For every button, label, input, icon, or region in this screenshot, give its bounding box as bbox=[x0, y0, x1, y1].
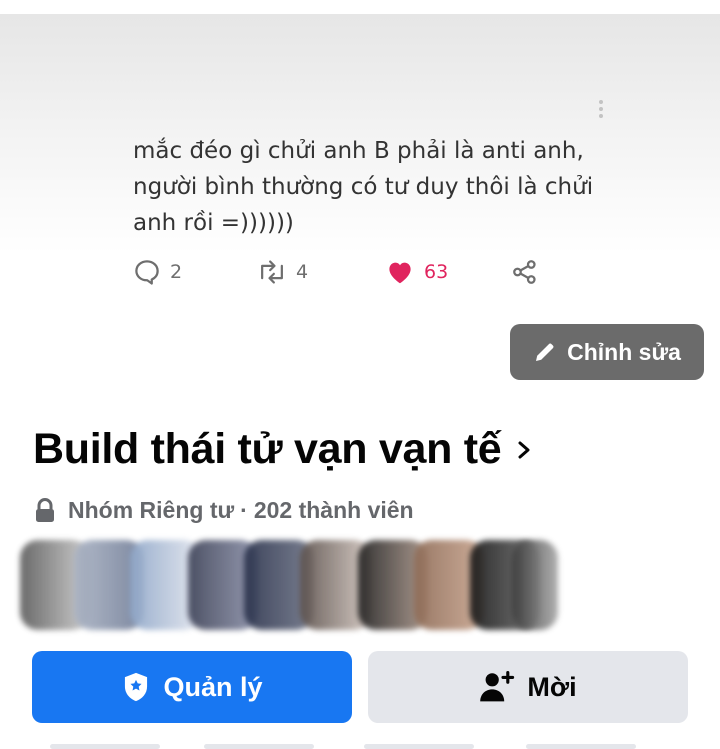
edit-button-label: Chỉnh sửa bbox=[567, 338, 681, 365]
reply-count: 2 bbox=[170, 261, 183, 283]
tweet-text: mắc đéo gì chửi anh B phải là anti anh, … bbox=[133, 133, 653, 241]
retweet-icon bbox=[261, 260, 283, 284]
manage-button-label: Quản lý bbox=[163, 671, 263, 702]
meta-separator: · bbox=[240, 497, 248, 523]
retweet-count: 4 bbox=[296, 261, 309, 283]
reply-icon bbox=[135, 260, 159, 285]
member-avatars[interactable] bbox=[12, 532, 572, 642]
next-action-row bbox=[0, 740, 720, 749]
group-meta: Nhóm Riêng tư · 202 thành viên bbox=[34, 497, 414, 524]
tweet-line: người bình thường có tư duy thôi là chửi bbox=[133, 174, 594, 200]
more-options-icon bbox=[598, 100, 604, 122]
share-action bbox=[510, 256, 540, 288]
reply-action: 2 bbox=[132, 256, 182, 288]
like-count: 63 bbox=[424, 261, 449, 283]
member-count[interactable]: 202 thành viên bbox=[254, 497, 414, 524]
retweet-action: 4 bbox=[256, 256, 308, 288]
group-title[interactable]: Build thái tử vạn vạn tế bbox=[33, 425, 531, 474]
lock-icon bbox=[36, 497, 54, 522]
tweet-actions: 2 4 63 bbox=[132, 256, 552, 288]
invite-button-label: Mời bbox=[527, 671, 577, 702]
chevron-right-icon bbox=[518, 441, 530, 458]
group-title-text: Build thái tử vạn vạn tế bbox=[33, 425, 502, 473]
tweet-line: mắc đéo gì chửi anh B phải là anti anh, bbox=[133, 138, 584, 164]
add-person-icon bbox=[480, 671, 515, 702]
share-icon bbox=[513, 260, 536, 284]
invite-button[interactable]: Mời bbox=[368, 651, 688, 723]
shield-icon bbox=[125, 672, 148, 702]
like-action: 63 bbox=[384, 256, 448, 288]
manage-group-button[interactable]: Quản lý bbox=[32, 651, 352, 723]
tweet-line: anh rồi =)))))) bbox=[133, 210, 294, 236]
heart-icon bbox=[389, 262, 411, 284]
group-privacy[interactable]: Nhóm Riêng tư bbox=[68, 497, 234, 524]
edit-cover-button[interactable]: Chỉnh sửa bbox=[510, 324, 704, 380]
pencil-icon bbox=[536, 343, 554, 361]
